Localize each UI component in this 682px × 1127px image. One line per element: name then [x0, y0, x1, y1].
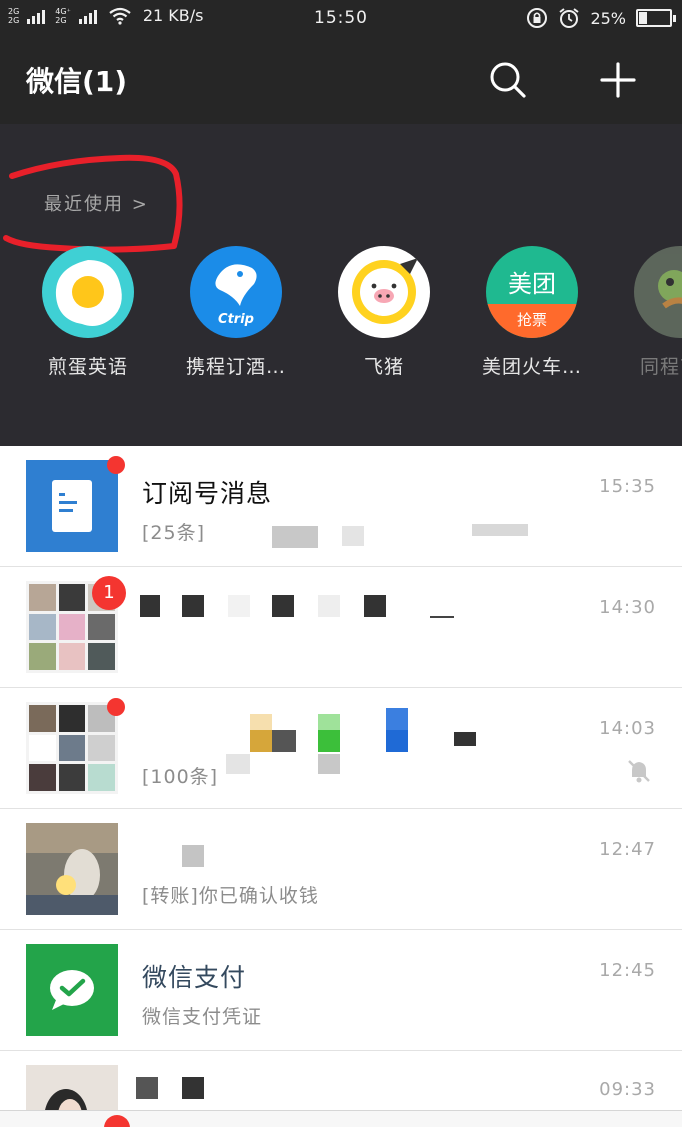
avatar — [26, 702, 118, 794]
chat-preview: 微信支付凭证 — [142, 1006, 263, 1028]
mini-program-label: 美团火车… — [481, 356, 582, 378]
pixelated-block — [386, 730, 408, 752]
chat-time: 09:33 — [599, 1079, 656, 1100]
chat-time: 12:45 — [599, 960, 656, 981]
avatar — [26, 823, 118, 915]
svg-text:抢票: 抢票 — [517, 311, 547, 329]
pixelated-block — [454, 732, 476, 746]
pixelated-block — [430, 616, 454, 618]
svg-text:美团: 美团 — [508, 270, 556, 298]
mini-program-label: 携程订酒… — [185, 356, 286, 378]
avatar — [26, 460, 118, 552]
search-button[interactable] — [486, 58, 530, 102]
pixelated-block — [182, 1077, 204, 1099]
plus-icon — [600, 62, 636, 98]
egg-icon — [42, 246, 134, 338]
pixelated-block — [272, 595, 294, 617]
unread-badge: 1 — [92, 576, 126, 610]
chat-preview: [100条] — [142, 766, 219, 788]
pixelated-block — [272, 730, 296, 752]
add-button[interactable] — [596, 58, 640, 102]
chat-preview: [转账]你已确认收钱 — [142, 885, 319, 907]
recent-used-link[interactable]: 最近使用 > — [44, 190, 149, 216]
mini-program-meituan-train[interactable]: 美团 抢票 美团火车… — [458, 246, 606, 379]
wechat-pay-icon — [50, 970, 94, 1010]
chat-name: 微信支付 — [142, 963, 247, 992]
pixelated-block — [386, 708, 408, 730]
battery-percent: 25% — [590, 8, 626, 28]
mini-program-tongcheng[interactable]: 同程艺… — [606, 246, 682, 379]
pixelated-block — [250, 714, 272, 730]
pixelated-block — [272, 526, 318, 548]
chat-time: 14:03 — [599, 718, 656, 739]
pixelated-block — [182, 595, 204, 617]
chat-preview: [25条] — [142, 522, 206, 544]
mini-program-label: 飞猪 — [363, 356, 404, 378]
pixelated-block — [318, 714, 340, 730]
svg-text:Ctrip: Ctrip — [218, 312, 254, 327]
search-icon — [490, 62, 526, 98]
chat-row-muted-group[interactable]: [100条] 14:03 — [0, 688, 682, 809]
pixelated-block — [226, 754, 250, 774]
pixelated-block — [342, 526, 364, 546]
pixelated-block — [318, 730, 340, 752]
tab-unread-badge — [104, 1115, 130, 1127]
avatar — [26, 944, 118, 1036]
status-bar: 2G 2G 4G⁺ 2G 21 KB/s 15:50 25% — [0, 0, 682, 38]
page-title: 微信(1) — [26, 65, 128, 98]
chat-row-wechat-pay[interactable]: 微信支付 微信支付凭证 12:45 — [0, 930, 682, 1051]
mini-program-list: 煎蛋英语 Ctrip 携程订酒… 飞猪 美团 抢票 美团火车… 同程 — [0, 246, 682, 396]
fliggy-pig-icon — [338, 246, 430, 338]
mute-bell-icon — [628, 760, 650, 783]
chat-name: 订阅号消息 — [142, 479, 273, 508]
pixelated-block — [250, 730, 272, 752]
pixelated-block — [182, 845, 204, 867]
pixelated-block — [318, 595, 340, 617]
subscription-doc-icon — [52, 480, 92, 532]
pixelated-block — [364, 595, 386, 617]
unread-dot — [107, 698, 125, 716]
chat-list: 订阅号消息 [25条] 15:35 1 14:30 [100条] 14:03 [… — [0, 446, 682, 1114]
meituan-icon: 美团 抢票 — [486, 246, 578, 338]
alarm-clock-icon — [559, 8, 580, 28]
chat-time: 15:35 — [599, 476, 656, 497]
ctrip-dolphin-icon: Ctrip — [190, 246, 282, 338]
rotation-lock-icon — [527, 8, 548, 28]
mini-program-panel: 最近使用 > 煎蛋英语 Ctrip 携程订酒… 飞猪 美团 抢票 美团火车… 同… — [0, 124, 682, 446]
battery-level-fill — [639, 12, 647, 24]
chat-row-group[interactable]: 1 14:30 — [0, 567, 682, 688]
pixelated-block — [228, 595, 250, 617]
battery-icon — [636, 9, 676, 27]
chat-row-transfer[interactable]: [转账]你已确认收钱 12:47 — [0, 809, 682, 930]
mini-program-label: 同程艺… — [639, 356, 682, 378]
mini-program-label: 煎蛋英语 — [47, 356, 128, 378]
bottom-tab-bar[interactable] — [0, 1110, 682, 1127]
unread-dot — [107, 456, 125, 474]
mini-program-ctrip[interactable]: Ctrip 携程订酒… — [162, 246, 310, 379]
pixelated-block — [140, 595, 160, 617]
avatar — [26, 1065, 118, 1114]
header: 微信(1) — [0, 38, 682, 124]
pixelated-block — [318, 754, 340, 774]
chat-time: 14:30 — [599, 597, 656, 618]
chat-row-subscriptions[interactable]: 订阅号消息 [25条] 15:35 — [0, 446, 682, 567]
tongcheng-icon — [634, 246, 682, 338]
chat-row-partial[interactable]: 09:33 — [0, 1051, 682, 1114]
mini-program-egg-english[interactable]: 煎蛋英语 — [14, 246, 162, 379]
pixelated-block — [472, 524, 528, 536]
chat-time: 12:47 — [599, 839, 656, 860]
pixelated-block — [136, 1077, 158, 1099]
mini-program-fliggy[interactable]: 飞猪 — [310, 246, 458, 379]
